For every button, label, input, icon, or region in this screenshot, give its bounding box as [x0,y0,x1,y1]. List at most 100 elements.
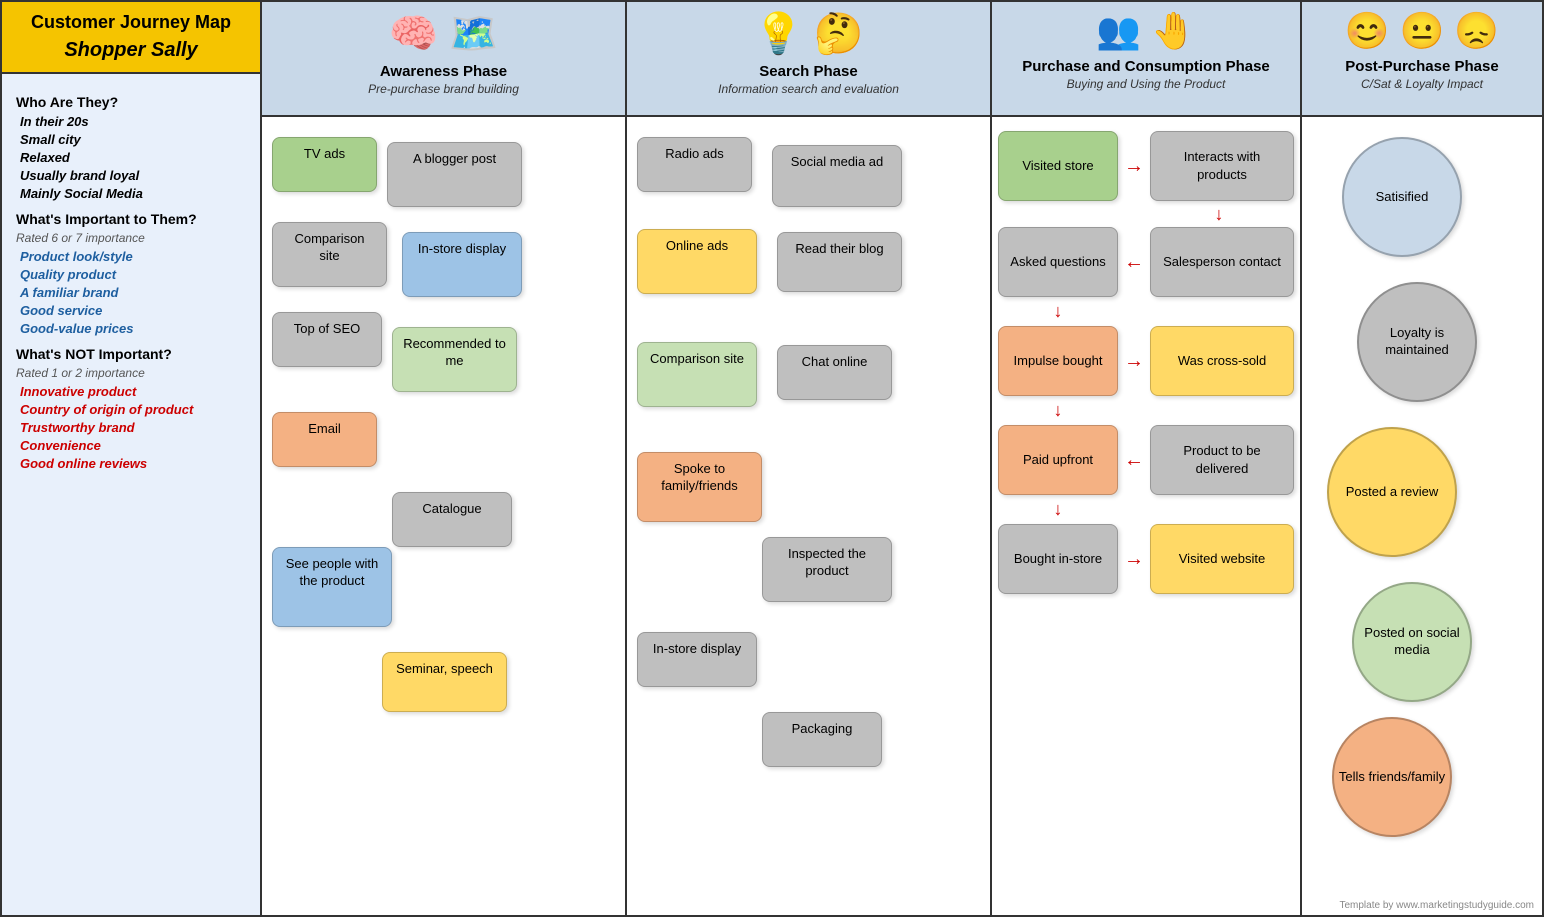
card-recommended: Recommended to me [392,327,517,392]
v-arrow-2: ↓ [998,301,1118,322]
circle-satisfied: Satisified [1342,137,1462,257]
post-purchase-icons: 😊 😐 😞 [1345,10,1499,52]
purchase-phase: 👥 🤚 Purchase and Consumption Phase Buyin… [992,2,1302,915]
head-gears-icon: 🧠 [389,10,439,57]
pcard-asked-questions: Asked questions [998,227,1118,297]
pcard-cross-sold: Was cross-sold [1150,326,1294,396]
awareness-header: 🧠 🗺️ Awareness Phase Pre-purchase brand … [262,2,625,117]
search-icons: 💡 🤔 [754,10,864,57]
card-instore-display-1: In-store display [402,232,522,297]
arrow-left-4: ← [1118,449,1150,472]
purchase-content: Visited store → Interacts with products … [992,117,1300,915]
persona-header: Customer Journey Map Shopper Sally [2,2,260,74]
search-phase: 💡 🤔 Search Phase Information search and … [627,2,992,915]
card-seminar: Seminar, speech [382,652,507,712]
circle-review: Posted a review [1327,427,1457,557]
purchase-title: Purchase and Consumption Phase [1022,58,1270,75]
important-heading: What's Important to Them? [16,211,246,227]
purchase-subtitle: Buying and Using the Product [1067,77,1226,91]
awareness-title: Awareness Phase [380,63,507,80]
post-purchase-subtitle: C/Sat & Loyalty Impact [1361,77,1483,91]
arrow-right-3: → [1118,350,1150,373]
persona-item: Quality product [16,267,246,282]
pcard-bought-instore: Bought in-store [998,524,1118,594]
search-title: Search Phase [759,63,857,80]
arrow-right-1: → [1118,155,1150,178]
card-social-media-ad: Social media ad [772,145,902,207]
persona-item: Small city [16,132,246,147]
persona-item: Mainly Social Media [16,186,246,201]
hand-icon: 🤚 [1151,10,1196,52]
post-purchase-header: 😊 😐 😞 Post-Purchase Phase C/Sat & Loyalt… [1302,2,1542,117]
persona-item: Convenience [16,438,246,453]
card-comparison-site-2: Comparison site [637,342,757,407]
awareness-content: TV ads A blogger post Comparison site In… [262,117,625,915]
post-purchase-content: Satisified Loyalty is maintained Posted … [1302,117,1542,915]
smiley-happy-icon: 😊 [1345,10,1390,52]
people-icon: 👥 [1096,10,1141,52]
card-radio-ads: Radio ads [637,137,752,192]
persona-item: In their 20s [16,114,246,129]
persona-item: Trustworthy brand [16,420,246,435]
awareness-phase: 🧠 🗺️ Awareness Phase Pre-purchase brand … [262,2,627,915]
card-email: Email [272,412,377,467]
card-instore-display-2: In-store display [637,632,757,687]
card-top-seo: Top of SEO [272,312,382,367]
persona-body: Who Are They? In their 20s Small city Re… [2,74,260,915]
card-tv-ads: TV ads [272,137,377,192]
circle-social-media: Posted on social media [1352,582,1472,702]
pcard-paid-upfront: Paid upfront [998,425,1118,495]
search-subtitle: Information search and evaluation [718,82,899,96]
pcard-visited-store: Visited store [998,131,1118,201]
persona-item: Good-value prices [16,321,246,336]
awareness-icons: 🧠 🗺️ [389,10,499,57]
question-person-icon: 🤔 [814,10,864,57]
arrow-left-2: ← [1118,251,1150,274]
card-online-ads: Online ads [637,229,757,294]
pcard-product-delivered: Product to be delivered [1150,425,1294,495]
card-comparison-site-1: Comparison site [272,222,387,287]
purchase-icons: 👥 🤚 [1096,10,1196,52]
card-blogger-post: A blogger post [387,142,522,207]
persona-item: Innovative product [16,384,246,399]
persona-item: Country of origin of product [16,402,246,417]
post-purchase-title: Post-Purchase Phase [1345,58,1498,75]
post-purchase-phase: 😊 😐 😞 Post-Purchase Phase C/Sat & Loyalt… [1302,2,1542,915]
smiley-neutral-icon: 😐 [1400,10,1445,52]
watermark: Template by www.marketingstudyguide.com [1339,900,1534,911]
pcard-impulse-bought: Impulse bought [998,326,1118,396]
map-title: Customer Journey Map [14,12,248,33]
card-see-people: See people with the product [272,547,392,627]
card-inspected-product: Inspected the product [762,537,892,602]
search-content: Radio ads Social media ad Online ads Rea… [627,117,990,915]
circle-friends-family: Tells friends/family [1332,717,1452,837]
not-important-sub: Rated 1 or 2 importance [16,366,246,380]
arrow-right-5: → [1118,548,1150,571]
lightbulb-icon: 💡 [754,10,804,57]
v-arrow-3: ↓ [998,400,1118,421]
persona-name: Shopper Sally [14,39,248,62]
v-arrow-1: ↓ [1144,205,1294,223]
persona-item: A familiar brand [16,285,246,300]
persona-item: Good online reviews [16,456,246,471]
pcard-interacts-products: Interacts with products [1150,131,1294,201]
purchase-header: 👥 🤚 Purchase and Consumption Phase Buyin… [992,2,1300,117]
v-arrow-4: ↓ [998,499,1118,520]
not-important-heading: What's NOT Important? [16,346,246,362]
search-header: 💡 🤔 Search Phase Information search and … [627,2,990,117]
persona-column: Customer Journey Map Shopper Sally Who A… [2,2,262,915]
pcard-salesperson: Salesperson contact [1150,227,1294,297]
card-chat-online: Chat online [777,345,892,400]
persona-item: Good service [16,303,246,318]
pcard-visited-website: Visited website [1150,524,1294,594]
map-icon: 🗺️ [449,10,499,57]
circle-loyalty: Loyalty is maintained [1357,282,1477,402]
important-sub: Rated 6 or 7 importance [16,231,246,245]
who-heading: Who Are They? [16,94,246,110]
card-catalogue: Catalogue [392,492,512,547]
card-packaging: Packaging [762,712,882,767]
awareness-subtitle: Pre-purchase brand building [368,82,519,96]
card-family-friends: Spoke to family/friends [637,452,762,522]
persona-item: Product look/style [16,249,246,264]
card-read-blog: Read their blog [777,232,902,292]
